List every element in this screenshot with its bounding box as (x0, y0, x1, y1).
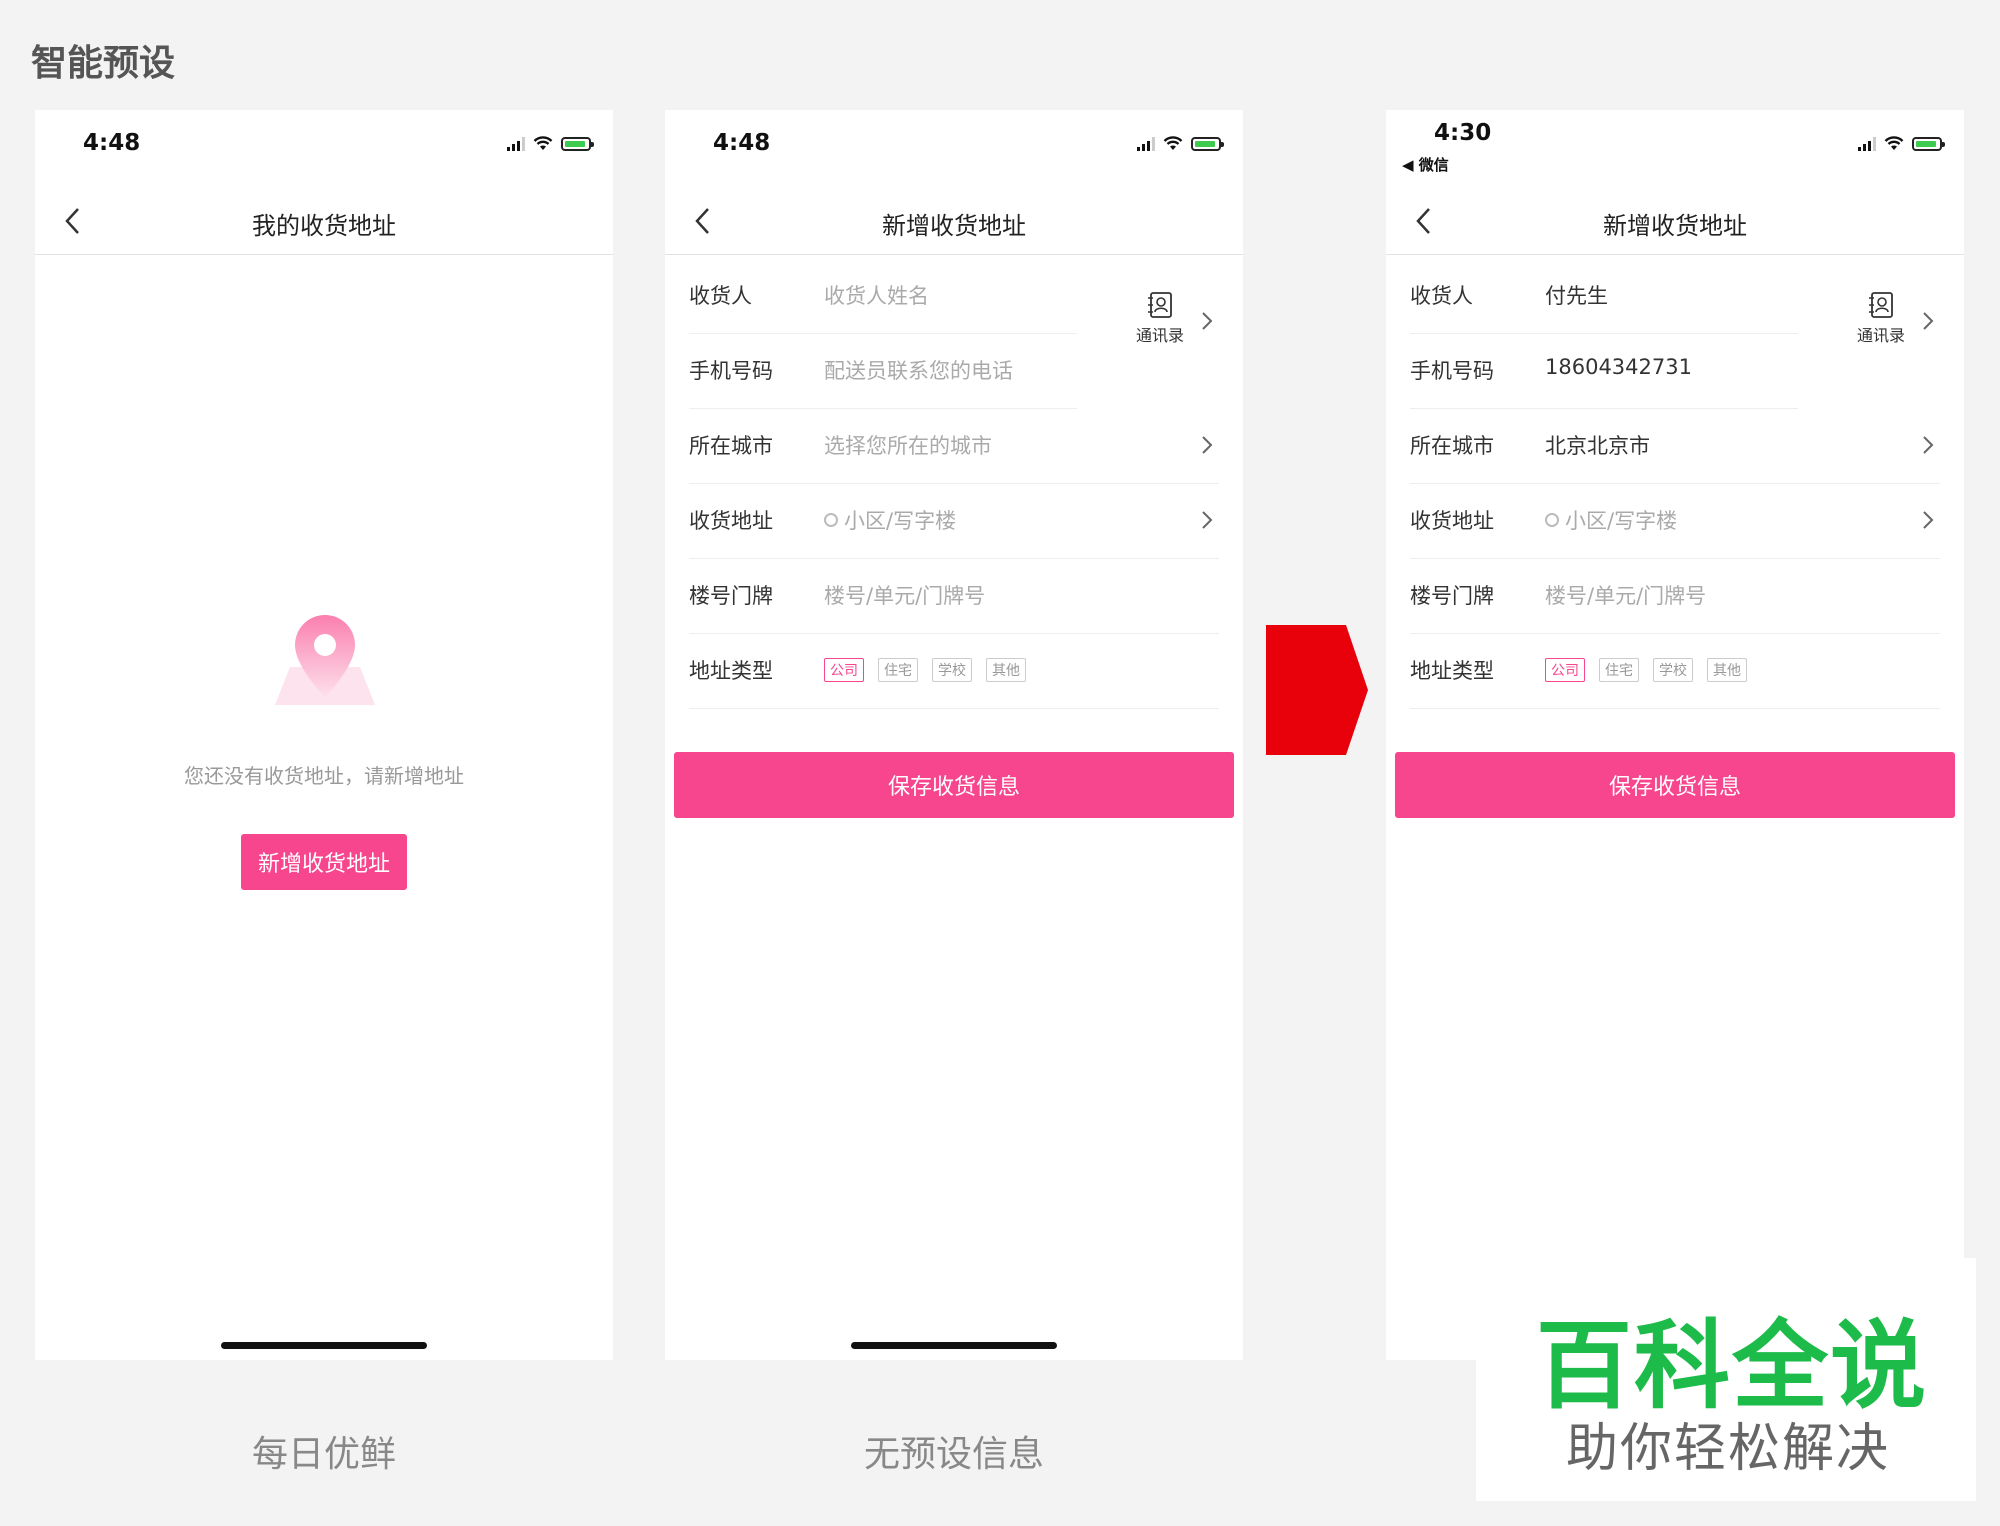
address-type-tags: 公司 住宅 学校 其他 (824, 658, 1026, 682)
tag-other[interactable]: 其他 (986, 658, 1026, 682)
tag-company[interactable]: 公司 (1545, 658, 1585, 682)
tag-school[interactable]: 学校 (932, 658, 972, 682)
address-select[interactable]: 小区/写字楼 (824, 505, 956, 535)
recipient-name-input[interactable]: 收货人姓名 (824, 280, 929, 310)
address-placeholder: 小区/写字楼 (1565, 509, 1678, 533)
location-dot-icon (824, 513, 838, 527)
row-label: 收货人 (689, 284, 752, 308)
row-label: 收货地址 (689, 509, 773, 533)
form-row-building[interactable]: 楼号门牌 楼号/单元/门牌号 (689, 558, 1219, 634)
row-label: 收货人 (1410, 284, 1473, 308)
status-time: 4:48 (83, 130, 141, 156)
form-row-phone[interactable]: 手机号码 配送员联系您的电话 (689, 333, 1077, 409)
tag-residence[interactable]: 住宅 (878, 658, 918, 682)
status-time: 4:30 (1434, 120, 1492, 146)
recipient-name-input[interactable]: 付先生 (1545, 280, 1608, 310)
save-address-button[interactable]: 保存收货信息 (674, 752, 1234, 818)
watermark-logo: 百科全说 助你轻松解决 (1476, 1258, 1976, 1501)
chevron-right-icon (1202, 312, 1213, 330)
wifi-icon (1884, 136, 1904, 150)
nav-title: 新增收货地址 (1603, 212, 1747, 240)
form-row-address-type: 地址类型 公司 住宅 学校 其他 (689, 633, 1219, 709)
signal-icon (1858, 136, 1876, 151)
city-select[interactable]: 北京北京市 (1545, 430, 1650, 460)
next-arrow-icon (1266, 625, 1368, 755)
home-indicator (221, 1342, 427, 1349)
address-book-icon (1148, 292, 1172, 318)
battery-icon (561, 136, 594, 151)
row-label: 手机号码 (689, 359, 773, 383)
address-placeholder: 小区/写字楼 (844, 509, 957, 533)
address-select[interactable]: 小区/写字楼 (1545, 505, 1677, 535)
contacts-label: 通讯录 (1135, 326, 1184, 345)
status-time: 4:48 (713, 130, 771, 156)
form-row-recipient[interactable]: 收货人 付先生 (1410, 258, 1798, 334)
phone-screen-new-address-prefilled: 4:30 ◀ 微信 新增收货地址 收货人 付先生 手机号码 1860434273… (1386, 110, 1964, 1360)
form-row-recipient[interactable]: 收货人 收货人姓名 (689, 258, 1077, 334)
add-address-button[interactable]: 新增收货地址 (241, 834, 407, 890)
contacts-label: 通讯录 (1856, 326, 1905, 345)
save-address-button[interactable]: 保存收货信息 (1395, 752, 1955, 818)
nav-bar: 新增收货地址 (1386, 190, 1964, 255)
row-label: 所在城市 (1410, 434, 1494, 458)
page-title: 智能预设 (31, 43, 176, 84)
city-select[interactable]: 选择您所在的城市 (824, 430, 992, 460)
watermark-subtitle: 助你轻松解决 (1566, 1419, 1891, 1479)
phone-number-input[interactable]: 配送员联系您的电话 (824, 355, 1013, 385)
row-label: 手机号码 (1410, 359, 1494, 383)
form-row-city[interactable]: 所在城市 选择您所在的城市 (689, 408, 1219, 484)
nav-bar: 我的收货地址 (35, 190, 613, 255)
row-label: 地址类型 (689, 659, 773, 683)
location-dot-icon (1545, 513, 1559, 527)
chevron-right-icon (1202, 511, 1213, 529)
address-book-icon (1869, 292, 1893, 318)
status-bar: 4:48 (35, 110, 613, 180)
caption-phone-1: 每日优鲜 (252, 1434, 397, 1475)
address-type-tags: 公司 住宅 学校 其他 (1545, 658, 1747, 682)
home-indicator (851, 1342, 1057, 1349)
row-label: 地址类型 (1410, 659, 1494, 683)
building-number-input[interactable]: 楼号/单元/门牌号 (824, 580, 985, 610)
battery-icon (1191, 136, 1224, 151)
contacts-button[interactable]: 通讯录 (1125, 290, 1195, 346)
form-row-building[interactable]: 楼号门牌 楼号/单元/门牌号 (1410, 558, 1940, 634)
tag-company[interactable]: 公司 (824, 658, 864, 682)
form-row-address[interactable]: 收货地址 小区/写字楼 (1410, 483, 1940, 559)
form-row-city[interactable]: 所在城市 北京北京市 (1410, 408, 1940, 484)
form-row-phone[interactable]: 手机号码 18604342731 (1410, 333, 1798, 409)
phone-number-input[interactable]: 18604342731 (1545, 355, 1692, 379)
status-bar: 4:48 (665, 110, 1243, 180)
nav-title: 我的收货地址 (252, 212, 396, 240)
chevron-right-icon (1923, 312, 1934, 330)
chevron-right-icon (1202, 436, 1213, 454)
phone-screen-my-addresses: 4:48 我的收货地址 您还没有收货地址，请新增地址 新增收货地址 (35, 110, 613, 1360)
form-row-address-type: 地址类型 公司 住宅 学校 其他 (1410, 633, 1940, 709)
status-bar: 4:30 ◀ 微信 (1386, 110, 1964, 180)
row-label: 楼号门牌 (1410, 584, 1494, 608)
row-label: 楼号门牌 (689, 584, 773, 608)
battery-icon (1912, 136, 1945, 151)
contacts-button[interactable]: 通讯录 (1846, 290, 1916, 346)
chevron-right-icon (1923, 511, 1934, 529)
form-row-address[interactable]: 收货地址 小区/写字楼 (689, 483, 1219, 559)
row-label: 所在城市 (689, 434, 773, 458)
row-label: 收货地址 (1410, 509, 1494, 533)
wifi-icon (1163, 136, 1183, 150)
wifi-icon (533, 136, 553, 150)
nav-bar: 新增收货地址 (665, 190, 1243, 255)
back-to-wechat-link[interactable]: ◀ 微信 (1402, 154, 1449, 175)
signal-icon (507, 136, 525, 151)
empty-state-text: 您还没有收货地址，请新增地址 (184, 764, 464, 788)
signal-icon (1137, 136, 1155, 151)
tag-other[interactable]: 其他 (1707, 658, 1747, 682)
caption-phone-2: 无预设信息 (864, 1434, 1045, 1475)
chevron-right-icon (1923, 436, 1934, 454)
tag-school[interactable]: 学校 (1653, 658, 1693, 682)
building-number-input[interactable]: 楼号/单元/门牌号 (1545, 580, 1706, 610)
location-pin-illustration (275, 615, 375, 705)
nav-title: 新增收货地址 (882, 212, 1026, 240)
phone-screen-new-address-empty: 4:48 新增收货地址 收货人 收货人姓名 手机号码 配送员联系您的电话 通讯录… (665, 110, 1243, 1360)
tag-residence[interactable]: 住宅 (1599, 658, 1639, 682)
